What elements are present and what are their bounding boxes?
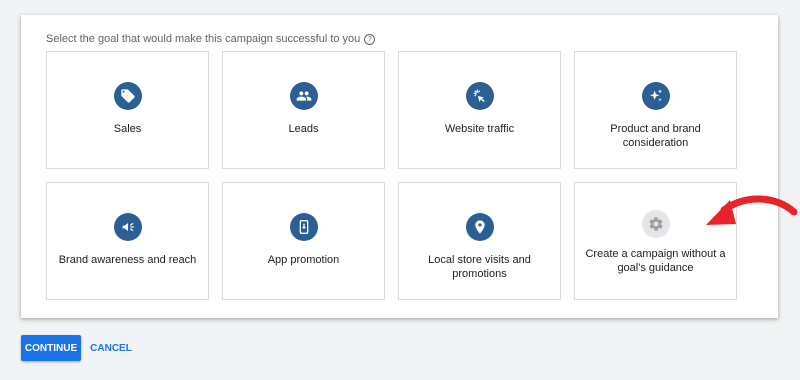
annotation-arrow-icon — [706, 195, 798, 225]
phone-download-icon — [289, 213, 318, 241]
goal-card-label: Brand awareness and reach — [58, 254, 197, 266]
goal-selection-panel: Select the goal that would make this cam… — [21, 15, 778, 318]
goal-card-label: Leads — [288, 123, 319, 135]
goal-prompt-text: Select the goal that would make this cam… — [46, 33, 361, 45]
tag-icon — [113, 82, 142, 110]
speaker-icon — [113, 213, 142, 241]
goal-card-label: Product and brand consideration — [610, 123, 701, 149]
goal-card-label: Create a campaign without a goal's guida… — [585, 248, 726, 274]
goal-card-app-promotion[interactable]: App promotion — [222, 182, 385, 300]
goal-card-product-brand-consideration[interactable]: Product and brand consideration — [574, 51, 737, 169]
continue-button[interactable]: CONTINUE — [21, 335, 81, 361]
gear-icon — [641, 210, 670, 238]
goal-card-sales[interactable]: Sales — [46, 51, 209, 169]
goal-card-website-traffic[interactable]: Website traffic — [398, 51, 561, 169]
map-pin-icon — [465, 213, 494, 241]
goal-card-leads[interactable]: Leads — [222, 51, 385, 169]
goal-card-label: Website traffic — [444, 123, 515, 135]
cancel-button[interactable]: CANCEL — [86, 335, 136, 361]
goal-card-label: Sales — [113, 123, 142, 135]
people-icon — [289, 82, 318, 110]
goal-card-brand-awareness[interactable]: Brand awareness and reach — [46, 182, 209, 300]
goal-prompt: Select the goal that would make this cam… — [46, 33, 376, 45]
help-circle-icon[interactable]: ? — [364, 33, 376, 45]
cursor-click-icon — [465, 82, 494, 110]
goal-card-label: App promotion — [267, 254, 340, 266]
goal-card-local-store-visits[interactable]: Local store visits and promotions — [398, 182, 561, 300]
sparkle-icon — [641, 82, 670, 110]
goal-card-label: Local store visits and promotions — [428, 254, 531, 280]
